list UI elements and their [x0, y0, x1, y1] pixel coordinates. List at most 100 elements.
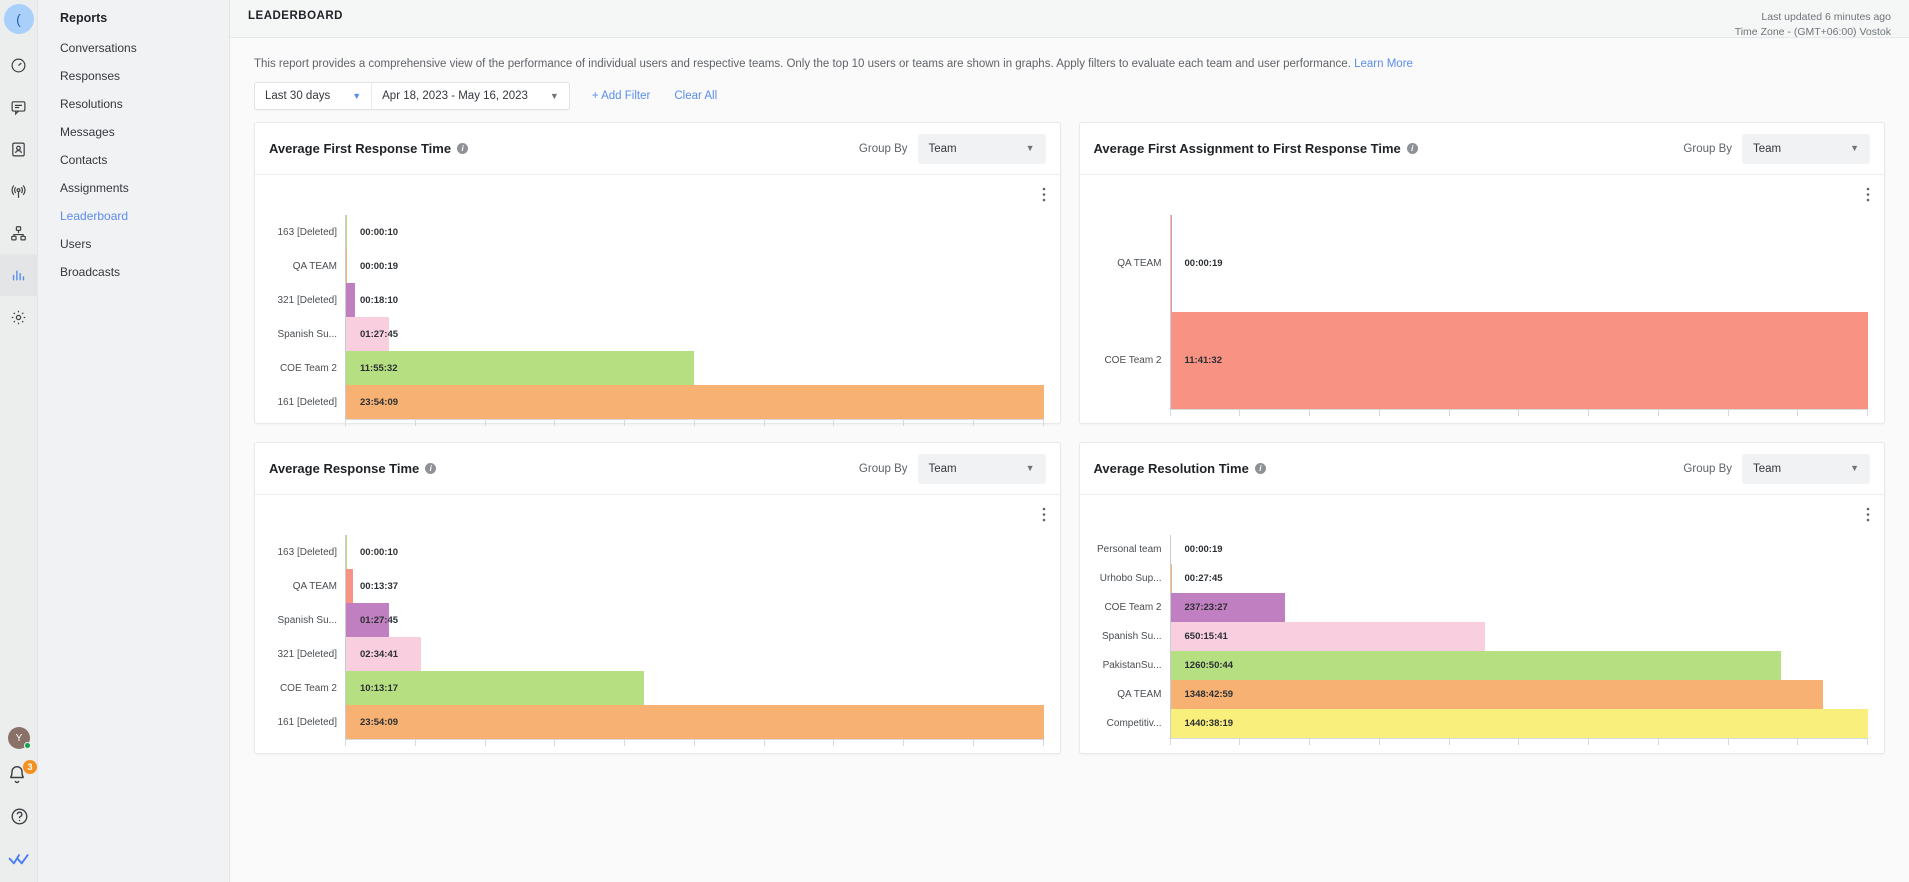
- broadcasts-antenna-icon[interactable]: [0, 170, 38, 212]
- group-by-value: Team: [928, 462, 957, 475]
- axis-tick: [903, 420, 904, 426]
- chart-category-label: QA TEAM: [1117, 689, 1162, 700]
- axis-tick: [1239, 739, 1241, 745]
- sidebar-item-responses[interactable]: Responses: [38, 62, 229, 90]
- chart-bar[interactable]: [1170, 709, 1868, 738]
- chart-bar[interactable]: [346, 351, 694, 385]
- chart-bar[interactable]: [346, 283, 355, 317]
- chart-bar-row: 321 [Deleted] 00:18:10: [271, 283, 1044, 317]
- axis-tick: [972, 740, 974, 746]
- axis-tick: [554, 740, 556, 746]
- chart-bar-value: 11:55:32: [360, 362, 398, 374]
- chart-card: Average First Assignment to First Respon…: [1078, 122, 1885, 424]
- chart-category-label: Spanish Su...: [277, 614, 337, 626]
- chart-bar-value: 00:00:10: [360, 226, 399, 238]
- reports-sidebar: Reports Conversations Responses Resoluti…: [38, 0, 230, 882]
- chart-bar-track: 650:15:41: [1169, 622, 1869, 651]
- chart-bar-value: 01:27:45: [360, 328, 399, 340]
- chart-bar-row: Spanish Su... 650:15:41: [1096, 622, 1869, 651]
- date-range-select[interactable]: Apr 18, 2023 - May 16, 2023 ▼: [372, 83, 569, 109]
- notifications-bell-icon[interactable]: 3: [7, 760, 37, 789]
- group-by-control: Group By Team ▼: [859, 133, 1046, 164]
- chart-card-header: Average Response Time i Group By Team ▼: [255, 443, 1060, 495]
- chart-bar-value: 00:00:19: [1184, 258, 1223, 269]
- axis-tick: [1518, 410, 1520, 416]
- chart-bar-track: 1260:50:44: [1169, 651, 1869, 680]
- rail-bottom-actions: Y 3: [0, 727, 38, 882]
- axis-tick: [484, 740, 486, 746]
- chart-category-label: Competitiv...: [1106, 718, 1162, 729]
- chart-title-group: Average Resolution Time i: [1094, 461, 1266, 476]
- reports-bars-icon[interactable]: [0, 254, 38, 296]
- axis-tick: [1042, 740, 1044, 746]
- sidebar-item-conversations[interactable]: Conversations: [38, 34, 229, 62]
- group-by-select[interactable]: Team ▼: [1742, 133, 1870, 164]
- chart-bar-value: 10:13:17: [360, 682, 399, 694]
- help-question-icon[interactable]: [10, 807, 29, 831]
- clear-all-button[interactable]: Clear All: [674, 90, 717, 102]
- automation-hierarchy-icon[interactable]: [0, 212, 38, 254]
- group-by-value: Team: [1753, 142, 1782, 155]
- info-icon[interactable]: i: [457, 143, 469, 154]
- chart-category-label: Personal team: [1097, 544, 1162, 555]
- chart-bar-row: QA TEAM 00:00:19: [1096, 215, 1869, 312]
- chart-bar[interactable]: [1170, 680, 1824, 709]
- chart-bar[interactable]: [1170, 651, 1781, 680]
- chart-bar[interactable]: [346, 705, 1044, 739]
- range-preset-value: Last 30 days: [265, 90, 331, 102]
- learn-more-link[interactable]: Learn More: [1354, 58, 1413, 70]
- contacts-person-icon[interactable]: [0, 128, 38, 170]
- sidebar-item-resolutions[interactable]: Resolutions: [38, 90, 229, 118]
- chart-title: Average First Response Time: [269, 141, 452, 156]
- chevron-down-icon: ▼: [1850, 143, 1859, 153]
- chart-bar[interactable]: [1170, 312, 1868, 409]
- chart-bar-row: 163 [Deleted] 00:00:10: [271, 215, 1044, 249]
- chart-bar-value: 02:34:41: [360, 648, 399, 660]
- group-by-select[interactable]: Team ▼: [917, 133, 1046, 164]
- chevron-down-icon: ▼: [1025, 143, 1035, 153]
- chart-card: Average Response Time i Group By Team ▼ 163 […: [254, 442, 1061, 754]
- axis-tick: [1309, 739, 1310, 745]
- axis-tick: [1042, 420, 1044, 426]
- axis-tick: [484, 420, 486, 426]
- chart-bar-track: 1440:38:19: [1169, 709, 1868, 738]
- add-filter-button[interactable]: + Add Filter: [592, 90, 651, 102]
- group-by-select[interactable]: Team ▼: [1742, 453, 1870, 484]
- chart-category-label: COE Team 2: [1104, 355, 1162, 366]
- conversations-chat-icon[interactable]: [0, 86, 38, 128]
- info-icon[interactable]: i: [1254, 463, 1266, 474]
- info-icon[interactable]: i: [1406, 143, 1418, 154]
- axis-tick: [1518, 739, 1520, 745]
- chart-bar-row: Personal team 00:00:19: [1096, 535, 1869, 564]
- avatar[interactable]: Y: [8, 727, 31, 749]
- sidebar-item-broadcasts[interactable]: Broadcasts: [38, 258, 229, 286]
- sidebar-item-contacts[interactable]: Contacts: [38, 146, 229, 174]
- app-logo[interactable]: (: [3, 4, 34, 34]
- settings-gear-icon[interactable]: [0, 296, 38, 338]
- chart-bar[interactable]: [346, 569, 353, 603]
- chart-bar-track: 00:00:19: [1169, 215, 1869, 312]
- chart-bar-track: 00:13:37: [345, 569, 1044, 603]
- double-check-icon[interactable]: [8, 851, 30, 872]
- axis-tick: [763, 740, 765, 746]
- chart-title: Average First Assignment to First Respon…: [1093, 141, 1401, 156]
- chart-bar-value: 650:15:41: [1184, 631, 1228, 642]
- group-by-select[interactable]: Team ▼: [917, 453, 1046, 484]
- group-by-control: Group By Team ▼: [1683, 453, 1870, 484]
- chart-bar-track: 10:13:17: [345, 671, 1044, 705]
- sidebar-item-users[interactable]: Users: [38, 230, 229, 258]
- range-preset-select[interactable]: Last 30 days ▼: [255, 83, 373, 109]
- chart-bar-track: 02:34:41: [345, 637, 1044, 671]
- axis-tick: [693, 740, 695, 746]
- info-icon[interactable]: i: [425, 463, 437, 474]
- sidebar-item-messages[interactable]: Messages: [38, 118, 229, 146]
- axis-tick: [624, 740, 625, 746]
- sidebar-item-assignments[interactable]: Assignments: [38, 174, 229, 202]
- sidebar-item-leaderboard[interactable]: Leaderboard: [38, 202, 229, 230]
- dashboard-gauge-icon[interactable]: [0, 44, 38, 86]
- date-filter-group: Last 30 days ▼ Apr 18, 2023 - May 16, 20…: [254, 82, 570, 110]
- chart-bar-value: 1260:50:44: [1184, 660, 1234, 671]
- axis-tick: [1727, 739, 1729, 745]
- axis-tick: [1378, 739, 1380, 745]
- chart-bar[interactable]: [346, 385, 1044, 419]
